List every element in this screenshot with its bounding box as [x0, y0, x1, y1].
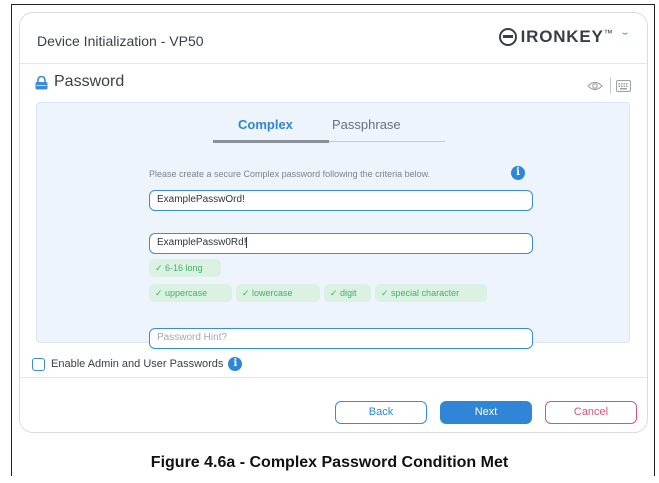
- password-input[interactable]: ExamplePasswOrd!: [149, 190, 533, 211]
- brand-name: IRONKEY: [520, 27, 604, 46]
- text-cursor: [246, 237, 248, 248]
- admin-user-checkbox[interactable]: [32, 357, 45, 371]
- tab-underline-active: [213, 140, 329, 143]
- app-window: Device Initialization - VP50 IRONKEY ™ ˇ…: [19, 12, 648, 433]
- ironkey-logo-icon: [498, 28, 517, 46]
- keyboard-icon[interactable]: [616, 80, 631, 92]
- chevron-down-icon[interactable]: ˇ: [622, 30, 628, 45]
- confirm-password-value: ExamplePassw0Rd!: [157, 237, 247, 249]
- criteria-digit-badge: ✓ digit: [324, 284, 371, 302]
- tab-passphrase[interactable]: Passphrase: [332, 117, 401, 132]
- lock-icon: [35, 76, 48, 90]
- tab-complex[interactable]: Complex: [238, 117, 293, 132]
- brand: IRONKEY ™ ˇ: [498, 25, 628, 49]
- confirm-password-input[interactable]: ExamplePassw0Rd!: [149, 233, 533, 254]
- password-value: ExamplePasswOrd!: [157, 194, 245, 205]
- back-button[interactable]: Back: [335, 401, 427, 424]
- figure-caption: Figure 4.6a - Complex Password Condition…: [150, 454, 509, 471]
- criteria-lowercase-badge: ✓ lowercase: [236, 284, 320, 302]
- admin-user-option[interactable]: Enable Admin and User Passwords i: [32, 354, 243, 374]
- criteria-length-badge: ✓ 6-16 long: [149, 259, 221, 277]
- footer-divider: [20, 377, 647, 378]
- password-panel: Complex Passphrase Please create a secur…: [36, 102, 630, 349]
- window-title: Device Initialization - VP50: [37, 33, 204, 49]
- info-icon[interactable]: i: [228, 357, 243, 371]
- admin-user-label[interactable]: Enable Admin and User Passwords: [51, 358, 223, 370]
- icon-divider: [610, 77, 611, 94]
- eye-icon[interactable]: [587, 80, 603, 92]
- cancel-button[interactable]: Cancel: [545, 401, 637, 424]
- info-icon[interactable]: i: [511, 166, 525, 180]
- title-bar: Device Initialization - VP50 IRONKEY ™ ˇ: [20, 13, 647, 64]
- section-header: Password: [20, 64, 647, 102]
- section-title: Password: [54, 73, 125, 90]
- password-hint-input[interactable]: Password Hint?: [149, 328, 533, 349]
- next-button[interactable]: Next: [440, 401, 532, 424]
- criteria-special-badge: ✓ special character: [375, 284, 487, 302]
- instruction-text: Please create a secure Complex password …: [149, 169, 431, 179]
- criteria-uppercase-badge: ✓ uppercase: [149, 284, 232, 302]
- brand-trademark: ™: [603, 27, 613, 38]
- password-hint-placeholder: Password Hint?: [157, 332, 228, 343]
